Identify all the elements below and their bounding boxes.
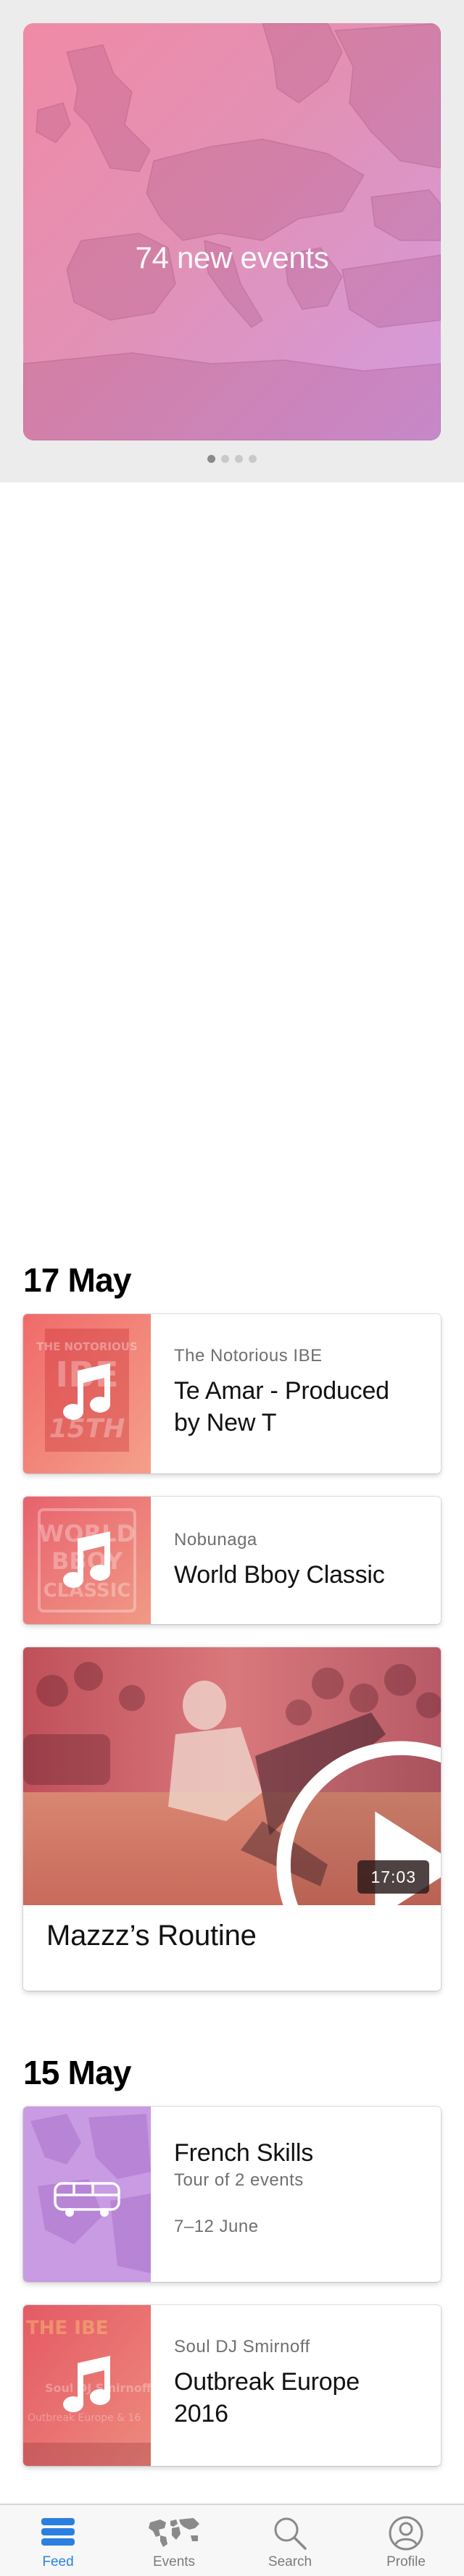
track-thumbnail: THE IBE Soul DJ Smirnoff Outbreak Europe… [23,2305,151,2466]
hero-title: 74 new events [135,241,329,275]
track-title-line-2: 2016 [174,2400,228,2427]
track-card[interactable]: THE IBE Soul DJ Smirnoff Outbreak Europe… [23,2305,441,2466]
video-card[interactable]: 17:03 Mazzz’s Routine [23,1647,441,1991]
page-dot-2[interactable] [221,455,229,463]
svg-text:THE NOTORIOUS: THE NOTORIOUS [36,1340,137,1353]
music-note-icon: THE IBE Soul DJ Smirnoff Outbreak Europe… [23,2305,151,2466]
page-indicator[interactable] [0,455,464,463]
video-title: Mazzz’s Routine [46,1920,257,1952]
music-note-icon: WORLD BBOY CLASSIC [23,1497,151,1624]
hero-card[interactable]: 74 new events [23,23,441,440]
europe-map-image [23,23,441,440]
tour-thumbnail [23,2107,151,2282]
track-thumbnail: WORLD BBOY CLASSIC [23,1497,151,1624]
track-title-line-2: by New T [174,1409,277,1437]
tab-label: Feed [42,2554,74,2569]
tour-dates: 7–12 June [174,2217,259,2236]
page-dot-4[interactable] [249,455,257,463]
svg-text:BBOY: BBOY [51,1547,123,1575]
feed-icon [41,2518,75,2546]
track-card[interactable]: THE NOTORIOUS IBE 15TH The Notorious IBE… [23,1314,441,1473]
track-artist: Soul DJ Smirnoff [174,2337,310,2357]
video-duration-badge: 17:03 [357,1860,429,1894]
world-map-icon [149,2518,199,2547]
track-artist: The Notorious IBE [174,1346,323,1366]
section-date-heading: 17 May [23,1261,131,1299]
track-title: World Bboy Classic [174,1561,385,1589]
tab-label: Events [152,2554,196,2569]
tab-feed[interactable]: Feed [0,2505,116,2576]
music-note-icon: THE NOTORIOUS IBE 15TH [23,1314,151,1473]
svg-text:Outbreak Europe & 16: Outbreak Europe & 16 [28,2412,141,2424]
video-thumbnail[interactable]: 17:03 [23,1647,441,1905]
tab-events[interactable]: Events [116,2505,232,2576]
hero-carousel[interactable]: 74 new events [0,0,464,482]
track-title: Outbreak Europe 2016 [174,2366,423,2430]
page-dot-1[interactable] [207,455,215,463]
tab-label: Profile [386,2554,426,2569]
profile-icon [389,2516,423,2551]
track-thumbnail: THE NOTORIOUS IBE 15TH [23,1314,151,1473]
svg-text:CLASSIC: CLASSIC [44,1580,131,1602]
section-date-heading: 15 May [23,2054,131,2091]
tour-title: French Skills [174,2139,314,2167]
tour-card[interactable]: French Skills Tour of 2 events 7–12 June [23,2107,441,2282]
svg-text:15TH: 15TH [49,1414,125,1444]
tour-event-count: Tour of 2 events [174,2170,304,2190]
svg-text:THE IBE: THE IBE [26,2317,109,2339]
track-title: Te Amar - Produced by New T [174,1375,423,1439]
tab-search[interactable]: Search [232,2505,348,2576]
search-icon [274,2517,307,2550]
tab-profile[interactable]: Profile [348,2505,464,2576]
track-title-line-1: Te Amar - Produced [174,1377,389,1405]
bus-icon [23,2107,151,2282]
page-dot-3[interactable] [235,455,243,463]
tab-label: Search [268,2554,312,2569]
track-artist: Nobunaga [174,1530,257,1550]
track-card[interactable]: WORLD BBOY CLASSIC Nobunaga World Bboy C… [23,1497,441,1624]
tab-bar: Feed Events Search Profile [0,2504,464,2576]
track-title-line-1: Outbreak Europe [174,2368,360,2396]
